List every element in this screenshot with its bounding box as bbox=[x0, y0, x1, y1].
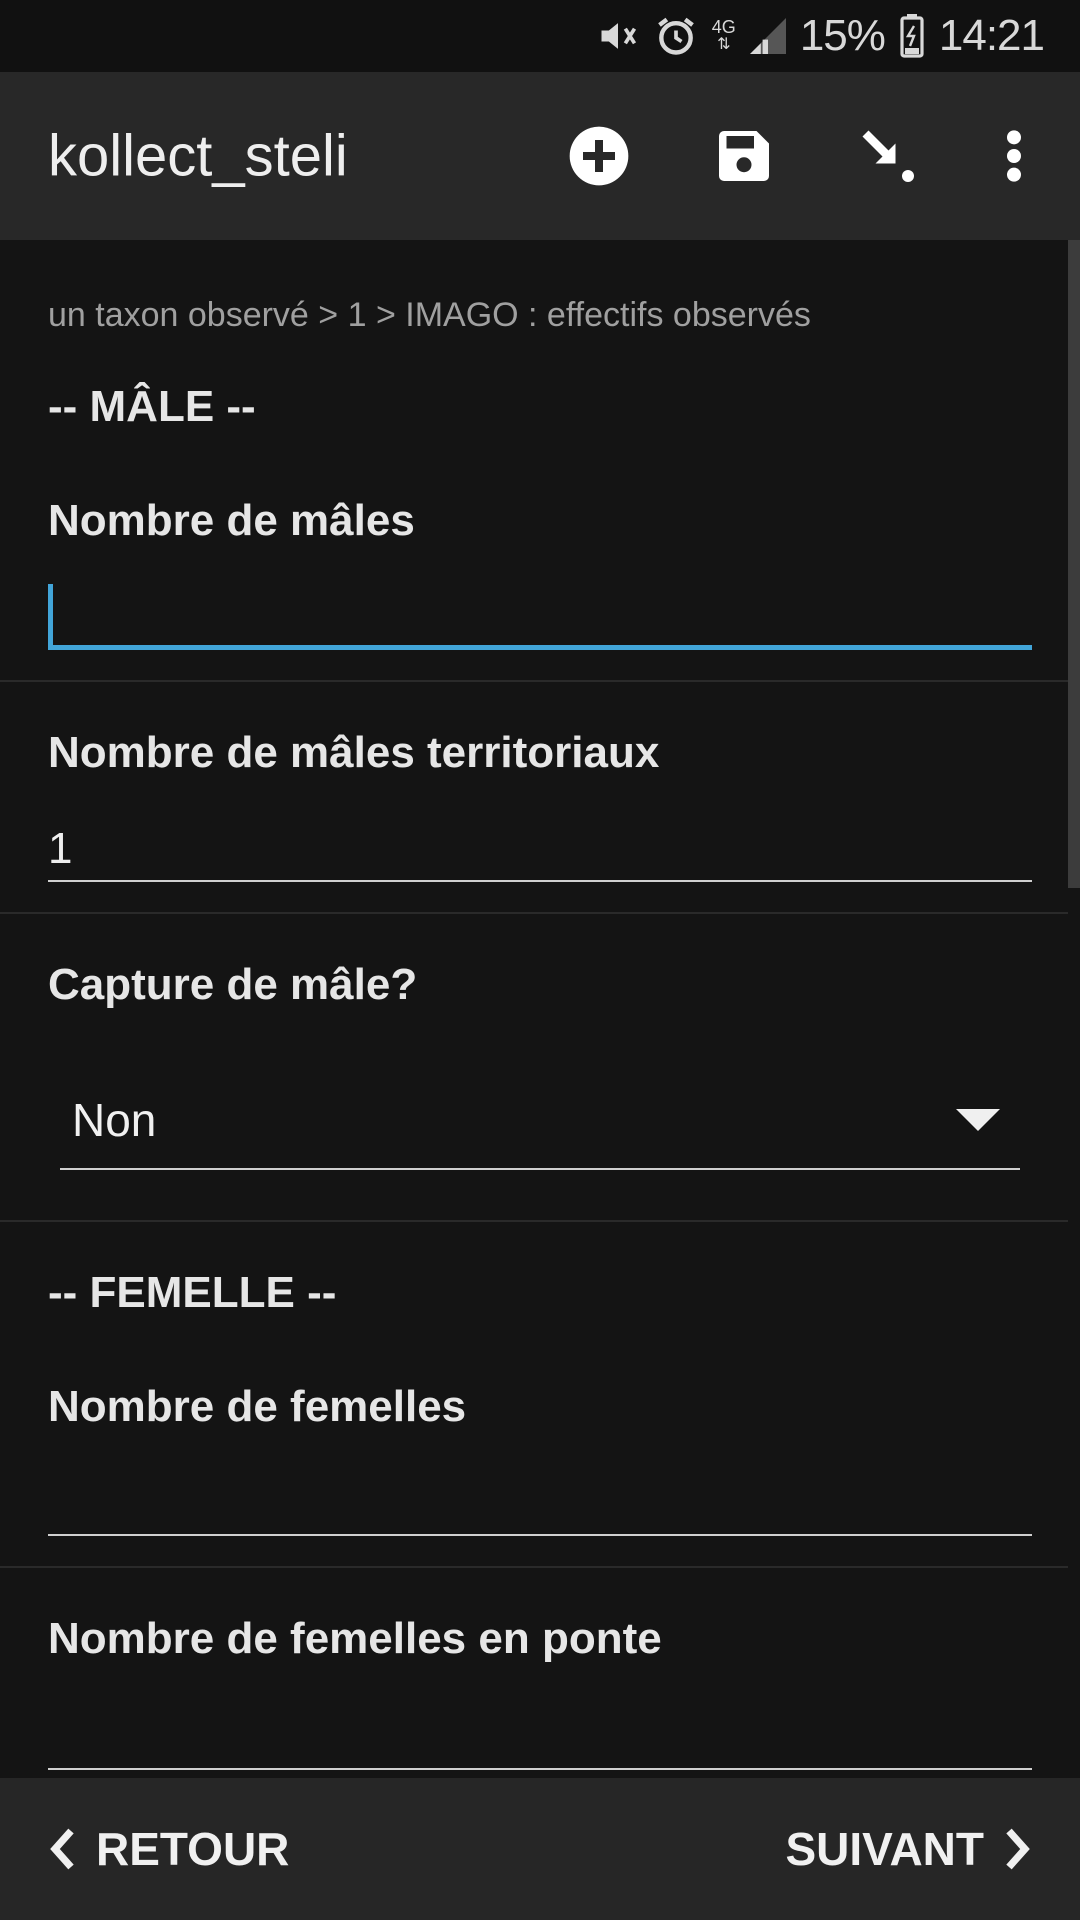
scrollbar[interactable] bbox=[1068, 240, 1080, 888]
signal-icon bbox=[749, 16, 786, 56]
dropdown-arrow-icon bbox=[956, 1109, 1000, 1131]
back-button[interactable]: RETOUR bbox=[48, 1822, 289, 1876]
chevron-left-icon bbox=[50, 1828, 74, 1870]
next-label: SUIVANT bbox=[785, 1823, 985, 1875]
back-label: RETOUR bbox=[96, 1823, 290, 1875]
label-capture-male: Capture de mâle? bbox=[48, 960, 418, 1009]
next-button[interactable]: SUIVANT bbox=[786, 1822, 1033, 1876]
nb-femelles-input[interactable] bbox=[48, 1466, 1032, 1536]
text-cursor bbox=[48, 584, 53, 646]
save-icon bbox=[719, 131, 769, 181]
status-bar: 4G ⇅ 15% 14:21 bbox=[0, 0, 1080, 72]
divider bbox=[0, 1220, 1068, 1222]
battery-percent: 15% bbox=[799, 11, 886, 60]
network-4g-icon: 4G ⇅ bbox=[711, 17, 736, 53]
label-nb-femelles: Nombre de femelles bbox=[48, 1382, 467, 1431]
save-button[interactable] bbox=[704, 116, 784, 196]
nb-males-territoriaux-value: 1 bbox=[48, 824, 73, 873]
chevron-right-icon bbox=[1006, 1828, 1030, 1870]
jump-button[interactable] bbox=[848, 116, 928, 196]
capture-male-select[interactable]: Non bbox=[60, 1072, 1020, 1170]
mute-vibrate-icon bbox=[596, 14, 640, 58]
add-button[interactable] bbox=[559, 116, 639, 196]
divider bbox=[0, 680, 1068, 682]
app-bar: kollect_steli bbox=[0, 72, 1080, 240]
clock: 14:21 bbox=[938, 11, 1045, 60]
more-options-button[interactable] bbox=[974, 116, 1054, 196]
bottom-navigation: RETOUR SUIVANT bbox=[0, 1778, 1080, 1920]
nb-males-territoriaux-input[interactable]: 1 bbox=[48, 812, 1032, 882]
divider bbox=[0, 1566, 1068, 1568]
form-content[interactable]: un taxon observé > 1 > IMAGO : effectifs… bbox=[0, 240, 1080, 1778]
alarm-icon bbox=[654, 14, 698, 58]
section-heading-female: -- FEMELLE -- bbox=[48, 1268, 337, 1317]
more-vert-icon bbox=[1007, 130, 1021, 182]
label-nb-males: Nombre de mâles bbox=[48, 496, 415, 545]
section-heading-male: -- MÂLE -- bbox=[48, 382, 256, 431]
label-nb-males-territoriaux: Nombre de mâles territoriaux bbox=[48, 728, 660, 777]
nb-males-input[interactable] bbox=[48, 580, 1032, 650]
add-circle-icon bbox=[569, 126, 629, 186]
battery-icon bbox=[899, 14, 925, 58]
network-type-label: 4G bbox=[711, 17, 736, 37]
nb-femelles-ponte-input[interactable] bbox=[48, 1700, 1032, 1770]
capture-male-selected: Non bbox=[72, 1094, 157, 1146]
app-title: kollect_steli bbox=[48, 123, 348, 189]
jump-icon bbox=[862, 130, 914, 182]
label-nb-femelles-ponte: Nombre de femelles en ponte bbox=[48, 1614, 662, 1663]
breadcrumb: un taxon observé > 1 > IMAGO : effectifs… bbox=[48, 296, 811, 334]
divider bbox=[0, 912, 1068, 914]
